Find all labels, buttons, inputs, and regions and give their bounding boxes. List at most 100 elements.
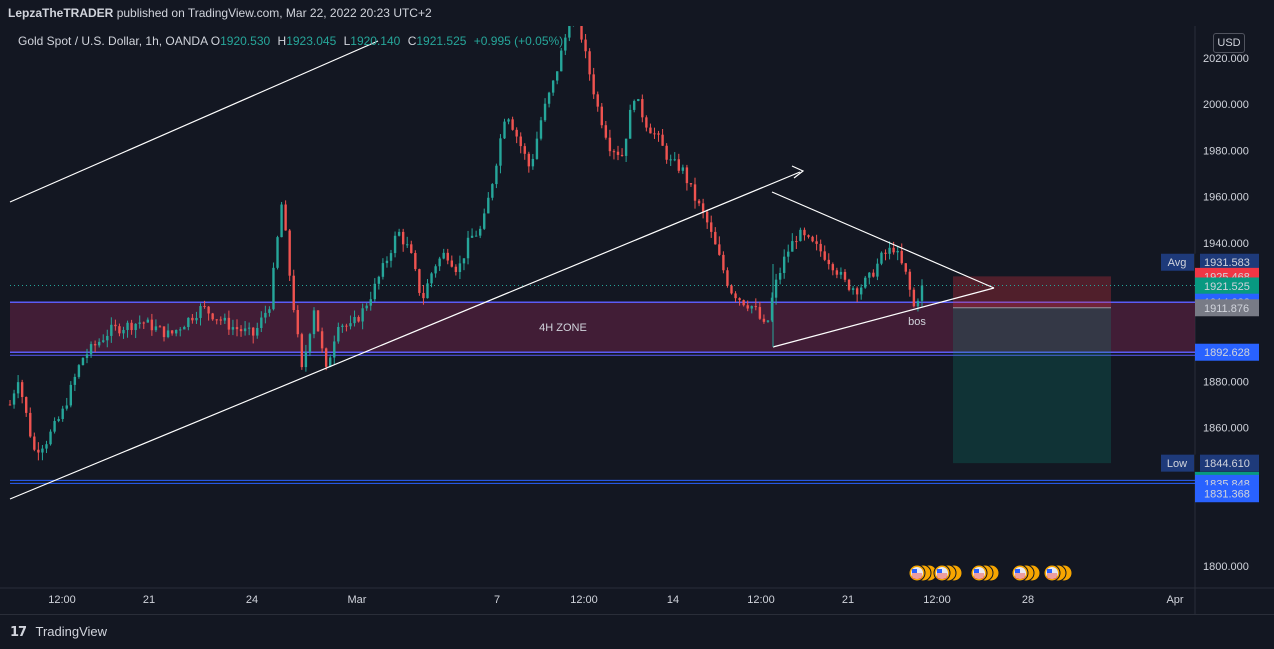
candle [592,67,595,99]
candle [584,33,587,59]
candle [799,227,802,242]
price-tick-label: 2000.000 [1203,99,1249,111]
candle [612,149,616,160]
candle [774,273,778,305]
candle [835,267,839,279]
candle [795,235,798,249]
candle [649,123,652,134]
candle [730,284,733,295]
candle [499,134,502,174]
candle [787,244,790,263]
candle [454,264,458,276]
candle [280,201,283,238]
time-tick-label: 12:00 [48,594,76,606]
candle [665,143,668,164]
candle [653,127,656,139]
candle [685,164,689,191]
candle [470,228,474,238]
currency-button[interactable]: USD [1213,33,1245,53]
candle [292,269,295,313]
author-name[interactable]: LepzaTheTRADER [8,6,113,20]
candle [381,258,385,280]
candle [531,153,535,170]
open-label: O [210,34,221,48]
us-event-icon [933,564,963,582]
tradingview-logo-icon[interactable]: 𝟭𝟳 [10,624,27,639]
triangle-upper-line [771,191,995,289]
candle [616,145,620,161]
candle [896,245,899,261]
brand-name[interactable]: TradingView [35,624,107,639]
candle [864,275,867,289]
candle [57,416,60,423]
candle [734,291,737,303]
channel-arrowhead [791,165,805,179]
candle [588,48,591,81]
candle [312,307,316,339]
candle [397,228,401,237]
candle [888,241,891,260]
publish-info: published on TradingView.com, Mar 22, 20… [116,6,432,20]
candle [434,264,437,278]
candle [872,269,875,278]
candle [478,225,482,239]
svg-text:Low: Low [1167,458,1187,470]
time-tick-label: Apr [1166,594,1183,606]
price-tick-label: 1800.000 [1203,561,1249,573]
candle [69,381,72,408]
us-event-icon [1043,564,1073,582]
candle [572,26,574,27]
candle [527,151,531,173]
candle [782,249,786,279]
time-tick-label: 7 [494,594,500,606]
candle [673,152,676,162]
candle [823,245,826,262]
candle [855,286,859,303]
candle [377,275,381,290]
candle [37,442,40,461]
symbol-name[interactable]: Gold Spot / U.S. Dollar, 1h, OANDA [18,34,207,48]
candle [551,80,555,96]
candle [714,227,717,245]
candle [819,239,822,257]
candle [803,227,806,241]
candle [839,267,843,279]
candle [389,249,393,268]
candle [912,287,916,308]
price-chart[interactable]: 4H ZONE bos 2020.000 2000.000 1980.000 1960.0… [0,26,1274,614]
chart-area[interactable]: 4H ZONE bos 2020.000 2000.000 1980.000 1960.0… [0,26,1274,614]
candle [401,228,405,252]
svg-text:1931.583: 1931.583 [1204,257,1250,269]
candle [458,255,462,280]
candle [908,268,912,297]
candle [41,445,44,461]
candle [560,47,563,72]
candle [393,231,397,258]
time-tick-label: 21 [143,594,155,606]
candle [8,399,12,406]
us-event-icon [970,564,1000,582]
candle [272,262,275,311]
candle [697,199,701,207]
candle [77,364,81,379]
candle [791,233,794,252]
high-value: 1923.045 [286,34,337,48]
candle [539,116,543,141]
candle [25,396,28,417]
candle [474,230,478,237]
publish-header: LepzaTheTRADER published on TradingView.… [0,0,1274,26]
candle [519,132,522,154]
candle [483,208,486,230]
candle [515,127,518,144]
candle [300,332,304,370]
time-tick-label: 12:00 [570,594,598,606]
candle [81,357,85,366]
price-tick-label: 1880.000 [1203,376,1249,388]
candle [868,271,871,285]
svg-text:1844.610: 1844.610 [1204,458,1250,470]
candle [276,235,279,270]
candle [904,263,907,275]
candle [284,200,287,231]
candle [511,116,514,131]
candle [657,130,660,142]
